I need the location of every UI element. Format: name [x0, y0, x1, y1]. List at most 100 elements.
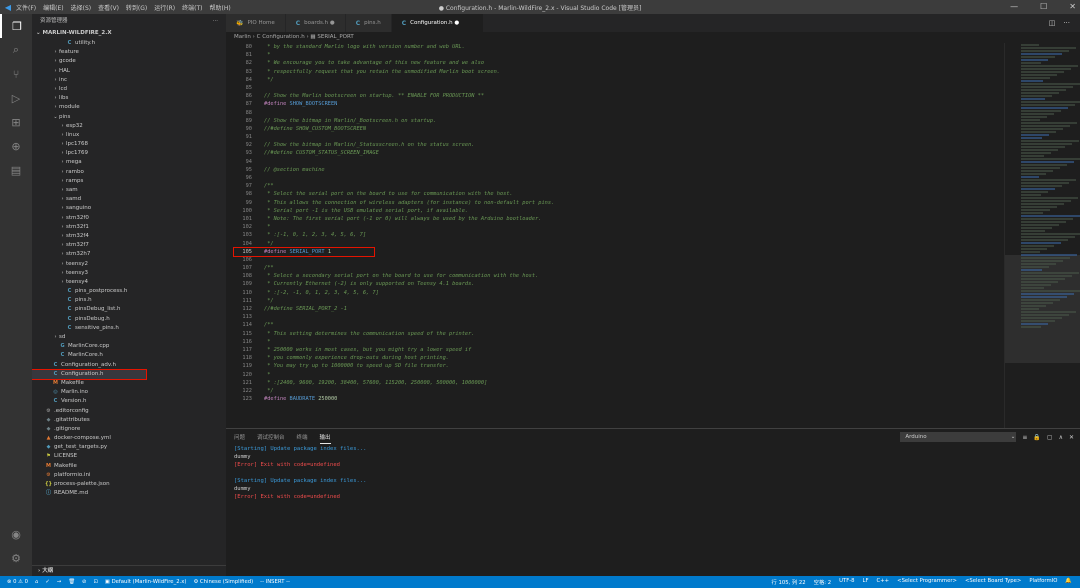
output-channel-select[interactable]: Arduino ⌄ — [900, 432, 1017, 442]
tree-folder[interactable]: › stm32f7 — [32, 241, 226, 250]
platformio-status[interactable]: PlatformIO — [1029, 578, 1057, 586]
tree-file[interactable]: ⚙ platformio.ini — [32, 471, 226, 480]
tree-folder[interactable]: › mega — [32, 158, 226, 167]
tree-folder[interactable]: › stm32h7 — [32, 250, 226, 259]
menu-item-5[interactable]: 运行(R) — [154, 5, 175, 12]
tree-folder[interactable]: ⌄ pins — [32, 113, 226, 122]
vim-mode[interactable]: -- INSERT -- — [260, 579, 290, 585]
build-icon[interactable]: ✓ — [45, 579, 49, 585]
extensions-icon[interactable]: ⊞ — [0, 110, 32, 134]
tree-folder[interactable]: › esp32 — [32, 122, 226, 131]
search-icon[interactable]: ⌕ — [0, 38, 32, 62]
tree-folder[interactable]: › samd — [32, 195, 226, 204]
tree-file[interactable]: C Version.h — [32, 397, 226, 406]
terminal-icon[interactable]: ⊡ — [93, 579, 97, 585]
menu-item-2[interactable]: 选择(S) — [71, 5, 92, 12]
tree-file[interactable]: C Configuration.h — [32, 368, 147, 380]
tree-folder[interactable]: › stm32f4 — [32, 232, 226, 241]
menu-item-0[interactable]: 文件(F) — [16, 5, 36, 12]
tree-folder[interactable]: › lpc1768 — [32, 140, 226, 149]
tree-folder[interactable]: › rambo — [32, 168, 226, 177]
tree-folder[interactable]: › HAL — [32, 67, 226, 76]
settings-gear-icon[interactable]: ⚙ — [0, 546, 32, 570]
tree-file[interactable]: ◆ .gitattributes — [32, 416, 226, 425]
tree-folder[interactable]: › lpc1769 — [32, 149, 226, 158]
maximize-panel-icon[interactable]: ∧ — [1059, 434, 1063, 441]
tree-file[interactable]: CpinsDebug_list.h — [32, 305, 226, 314]
menu-item-4[interactable]: 转到(G) — [126, 5, 147, 12]
menu-item-1[interactable]: 编辑(E) — [43, 5, 63, 12]
panel-tab-3[interactable]: 输出 — [319, 431, 331, 444]
tree-folder[interactable]: › feature — [32, 48, 226, 57]
tree-file[interactable]: M Makefile — [32, 379, 226, 388]
tab-1[interactable]: Cboards.h ● — [285, 14, 346, 32]
tree-file[interactable]: ◎ Marlin.ino — [32, 388, 226, 397]
language-mode[interactable]: C++ — [877, 578, 890, 586]
tree-file[interactable]: Cpins_postprocess.h — [32, 287, 226, 296]
tree-folder[interactable]: › teensy4 — [32, 278, 226, 287]
tree-file[interactable]: ⚑ LICENSE — [32, 452, 226, 461]
encoding[interactable]: UTF-8 — [839, 578, 854, 586]
explorer-more-button[interactable]: ··· — [213, 14, 218, 28]
tree-file[interactable]: G MarlinCore.cpp — [32, 342, 226, 351]
breadcrumb[interactable]: Marlin › C Configuration.h › ▦ SERIAL_PO… — [226, 32, 1080, 43]
split-editor-icon[interactable]: ◫ — [1049, 19, 1056, 27]
panel-tab-2[interactable]: 终端 — [297, 431, 308, 443]
tree-file[interactable]: Cpins.h — [32, 296, 226, 305]
clear-output-icon[interactable]: ≡ — [1022, 434, 1027, 441]
select-board-type[interactable]: <Select Board Type> — [965, 578, 1021, 586]
tree-folder[interactable]: › ramps — [32, 177, 226, 186]
close-panel-icon[interactable]: ✕ — [1069, 434, 1074, 441]
tree-folder[interactable]: › stm32f1 — [32, 223, 226, 232]
tree-folder[interactable]: › teensy2 — [32, 260, 226, 269]
problems-indicator[interactable]: ⊗ 0 ⚠ 0 — [7, 579, 28, 585]
tree-file[interactable]: ◆ .gitignore — [32, 425, 226, 434]
tree-file[interactable]: CpinsDebug.h — [32, 315, 226, 324]
tree-file[interactable]: Csensitive_pins.h — [32, 324, 226, 333]
tree-file[interactable]: {} process-palette.json — [32, 480, 226, 489]
project-env[interactable]: ▣ Default (Marlin-WildFire_2.x) — [105, 579, 187, 585]
serial-icon[interactable]: ⊘ — [82, 579, 86, 585]
tree-folder[interactable]: › stm32f0 — [32, 214, 226, 223]
panel-tab-1[interactable]: 调试控制台 — [257, 431, 285, 443]
tree-folder[interactable]: › gcode — [32, 57, 226, 66]
tree-file[interactable]: ◆ get_test_targets.py — [32, 443, 226, 452]
menu-item-7[interactable]: 帮助(H) — [209, 5, 230, 12]
maximize-icon[interactable]: ☐ — [1040, 2, 1047, 11]
indentation[interactable]: 空格: 2 — [814, 578, 831, 586]
notifications-icon[interactable]: 🔔 — [1065, 578, 1072, 586]
minimize-icon[interactable]: — — [1010, 2, 1018, 11]
home-icon[interactable]: ⌂ — [35, 579, 38, 585]
platformio-icon[interactable]: ▤ — [0, 158, 32, 182]
tree-folder[interactable]: › libs — [32, 94, 226, 103]
tree-file[interactable]: ▲ docker-compose.yml — [32, 434, 226, 443]
tab-0[interactable]: 🐝 PIO Home — [226, 14, 286, 32]
tree-folder[interactable]: › sanguino — [32, 204, 226, 213]
lock-icon[interactable]: 🔒 — [1033, 434, 1040, 441]
tree-folder[interactable]: › lcd — [32, 85, 226, 94]
language-indicator[interactable]: ⚙ Chinese (Simplified) — [193, 579, 253, 585]
explorer-icon[interactable]: ❐ — [0, 14, 32, 38]
menu-item-3[interactable]: 查看(V) — [98, 5, 119, 12]
outline-section[interactable]: › 大纲 — [32, 565, 226, 576]
code-editor[interactable]: 80 * by the standard Marlin logo with ve… — [226, 43, 1004, 428]
more-actions-icon[interactable]: ··· — [1063, 19, 1070, 27]
tree-file[interactable]: ⓘ README.md — [32, 489, 226, 498]
panel-tab-0[interactable]: 问题 — [234, 431, 245, 443]
tab-2[interactable]: Cpins.h — [345, 14, 392, 32]
tree-file[interactable]: C MarlinCore.h — [32, 351, 226, 360]
tree-folder[interactable]: › sd — [32, 333, 226, 342]
cursor-position[interactable]: 行 105, 列 22 — [771, 578, 805, 586]
close-icon[interactable]: ✕ — [1069, 2, 1076, 11]
account-icon[interactable]: ◉ — [0, 522, 32, 546]
tree-folder[interactable]: › module — [32, 103, 226, 112]
source-control-icon[interactable]: ⑂ — [0, 62, 32, 86]
tree-folder[interactable]: › linux — [32, 131, 226, 140]
tree-folder[interactable]: › sam — [32, 186, 226, 195]
select-programmer[interactable]: <Select Programmer> — [897, 578, 957, 586]
minimap[interactable] — [1004, 43, 1080, 428]
tree-file[interactable]: Cutility.h — [32, 39, 226, 48]
upload-icon[interactable]: → — [57, 579, 61, 585]
tree-file[interactable]: C Configuration_adv.h — [32, 361, 226, 370]
open-log-icon[interactable]: ▢ — [1047, 434, 1053, 441]
